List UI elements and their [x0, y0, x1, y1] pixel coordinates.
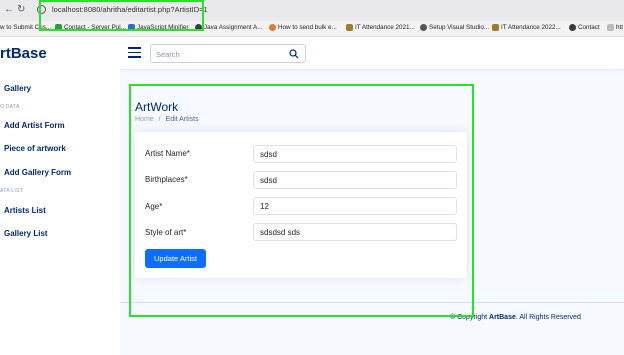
- sidebar-item-add-gallery[interactable]: Add Gallery Form: [4, 168, 71, 177]
- age-label: Age*: [145, 202, 163, 211]
- breadcrumb-current: Edit Artists: [165, 116, 199, 123]
- bookmark-favicon-icon: [420, 24, 427, 31]
- hamburger-menu-icon[interactable]: [128, 47, 141, 58]
- search-input[interactable]: Search: [150, 44, 306, 63]
- bookmark-item[interactable]: JavaScript Minifier: [128, 24, 188, 31]
- breadcrumb: Home / Edit Artists: [135, 116, 199, 123]
- bookmark-favicon-icon: [269, 24, 276, 31]
- bookmark-item[interactable]: Contact - Server Pul...: [55, 24, 126, 31]
- bookmark-favicon-icon: [128, 24, 135, 31]
- breadcrumb-home-link[interactable]: Home: [135, 116, 154, 123]
- artist-name-label: Artist Name*: [145, 149, 190, 158]
- search-placeholder: Search: [156, 50, 180, 59]
- sidebar: Gallery O DATA Add Artist Form Piece of …: [0, 69, 120, 355]
- sidebar-section-heading: ATA LIST: [0, 188, 24, 194]
- style-of-art-field[interactable]: sdsdsd sds: [253, 223, 457, 241]
- site-info-icon[interactable]: [37, 5, 46, 14]
- edit-artist-form-card: Artist Name* sdsd Birthplaces* sdsd Age*…: [135, 132, 467, 278]
- update-artist-button[interactable]: Update Artist: [145, 249, 206, 268]
- bookmark-item[interactable]: IT Attendance 2022...: [492, 24, 561, 31]
- bookmark-favicon-icon: [492, 24, 499, 31]
- bookmark-favicon-icon: [195, 24, 202, 31]
- bookmark-item[interactable]: htt: [607, 24, 623, 31]
- sidebar-item-gallery-list[interactable]: Gallery List: [4, 229, 48, 238]
- sidebar-item-gallery[interactable]: Gallery: [4, 84, 31, 93]
- sidebar-section-heading: O DATA: [0, 104, 20, 110]
- reload-icon[interactable]: ↻: [17, 4, 25, 15]
- birthplaces-field[interactable]: sdsd: [253, 171, 457, 189]
- age-field[interactable]: 12: [253, 197, 457, 215]
- bookmarks-bar: w to Submit Cus... Contact - Server Pul.…: [0, 21, 624, 37]
- sidebar-item-artists-list[interactable]: Artists List: [4, 206, 46, 215]
- browser-address-bar: ← ↻ localhost:8080/ahritha/editartist.ph…: [0, 0, 624, 21]
- birthplaces-label: Birthplaces*: [145, 175, 188, 184]
- back-arrow-icon[interactable]: ←: [4, 4, 14, 15]
- sidebar-item-add-artist[interactable]: Add Artist Form: [4, 121, 65, 130]
- url-field[interactable]: localhost:8080/ahritha/editartist.php?Ar…: [52, 5, 208, 14]
- app-header: rtBase Search: [0, 37, 624, 69]
- bookmark-item[interactable]: Contact: [569, 24, 600, 31]
- bookmark-item[interactable]: Java Assignment A...: [195, 24, 262, 31]
- bookmark-item[interactable]: IT Attendance 2021...: [346, 24, 415, 31]
- bookmark-favicon-icon: [607, 24, 614, 31]
- sidebar-item-piece-of-artwork[interactable]: Piece of artwork: [4, 144, 66, 153]
- logo[interactable]: rtBase: [0, 45, 47, 62]
- footer-brand: ArtBase: [489, 314, 516, 321]
- bookmark-favicon-icon: [346, 24, 353, 31]
- bookmark-item[interactable]: How to send bulk e...: [269, 24, 337, 31]
- bookmark-item[interactable]: Setup Visual Studio...: [420, 24, 489, 31]
- style-of-art-label: Style of art*: [145, 228, 187, 237]
- artist-name-field[interactable]: sdsd: [253, 145, 457, 163]
- footer-copyright: © Copyright ArtBase. All Rights Reserved: [450, 314, 581, 321]
- page-title: ArtWork: [135, 100, 179, 114]
- search-icon[interactable]: [289, 49, 299, 59]
- bookmark-favicon-icon: [569, 24, 576, 31]
- breadcrumb-separator: /: [158, 116, 161, 123]
- bookmark-item[interactable]: w to Submit Cus...: [0, 24, 51, 31]
- footer-divider: [120, 302, 624, 303]
- bookmark-favicon-icon: [55, 24, 62, 31]
